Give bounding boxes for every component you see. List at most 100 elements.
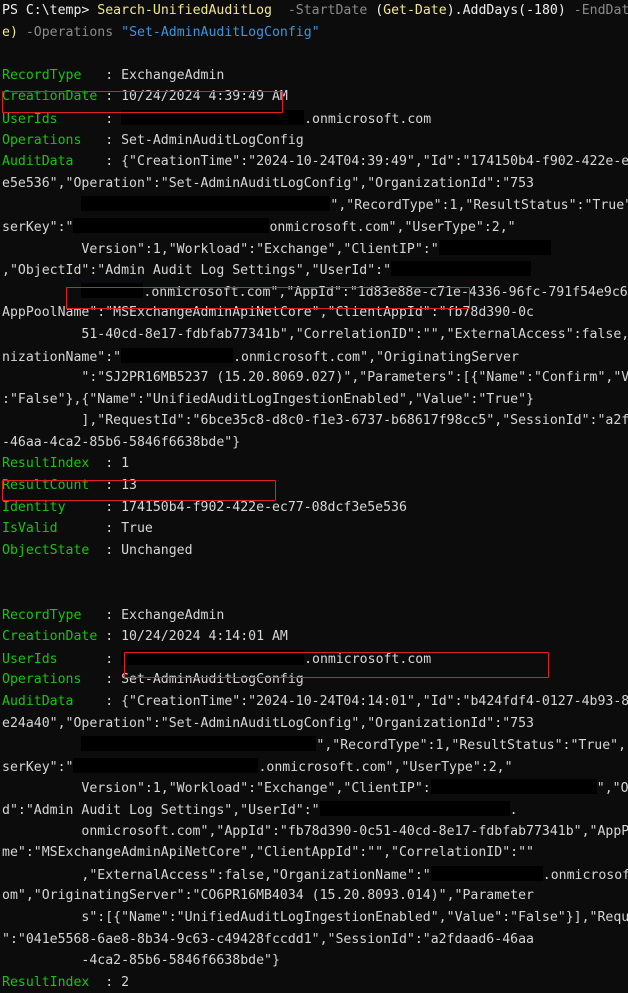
field-value-resultcount: 13: [121, 478, 137, 494]
colon-15: :: [73, 694, 122, 709]
field-value-identity: 174150b4-f902-422e-ec77-08dcf3e5e536: [121, 499, 407, 515]
colon-6: :: [89, 456, 122, 472]
auditdata2-line-15: ":"041e5568-6ae8-8b34-9c63-c49428fccdd1"…: [2, 931, 534, 947]
colon-1: :: [81, 67, 122, 83]
record-2-auditdata-cont-3: serKey":" .onmicrosoft.com","UserType":2,…: [0, 756, 628, 778]
field-label-operations-2: Operations: [2, 672, 82, 688]
adddays-expression: ).AddDays(-180): [446, 3, 566, 18]
spacer-2: [272, 3, 288, 18]
field-label-userids-2: UserIds: [2, 651, 58, 667]
spacer-7: [113, 25, 121, 40]
auditdata2-line-12: .onmicrosoft.c: [542, 867, 628, 883]
colon-4: :: [81, 132, 122, 148]
auditdata2-line-11: ,"ExternalAccess":false,"OrganizationNam…: [81, 867, 431, 883]
param-enddate: -EndDate: [573, 3, 628, 18]
colon-11: :: [81, 607, 122, 623]
redaction-block-userid-1: [391, 261, 532, 277]
record-1-creationdate-row: CreationDate : 10/24/2024 4:39:49 AM: [0, 86, 628, 108]
auditdata2-line-9: onmicrosoft.com","AppId":"fb78d390-0c51-…: [81, 823, 628, 839]
record-1-auditdata-cont-11: :"False"},{"Name":"UnifiedAuditLogIngest…: [0, 389, 628, 411]
indent-8: [2, 781, 81, 796]
redaction-block-orgid-1: [81, 196, 331, 212]
record-1-auditdata-cont-8: 51-40cd-8e17-fdbfab77341b","CorrelationI…: [0, 324, 628, 346]
redaction-block-clientip-2: [430, 779, 597, 795]
redaction-block-orgid-2: [81, 736, 317, 752]
record-1-auditdata-cont-12: ],"RequestId":"6bce35c8-d8c0-f1e3-6737-b…: [0, 410, 628, 432]
redaction-block-orgname-1: [121, 347, 234, 363]
record-2-auditdata-cont-8: ,"ExternalAccess":false,"OrganizationNam…: [0, 864, 628, 886]
auditdata2-line-13: om","OriginatingServer":"CO6PR16MB4034 (…: [2, 888, 534, 904]
redaction-block-userkey-2: [73, 757, 259, 773]
indent-10: [2, 868, 81, 883]
auditdata2-line-8: .: [509, 802, 518, 818]
paren-open-1: (: [375, 3, 384, 18]
auditdata-line-12: ":"SJ2PR16MB5237 (15.20.8069.027)","Para…: [81, 370, 628, 386]
record-1-auditdata-cont-6: .onmicrosoft.com","AppId":"1d83e88e-c71e…: [0, 281, 628, 303]
record-2-auditdata-cont-6: onmicrosoft.com","AppId":"fb78d390-0c51-…: [0, 821, 628, 843]
indent-3: [2, 285, 81, 300]
auditdata-line-0: {"CreationTime":"2024-10-24T04:39:49","I…: [121, 154, 628, 170]
colon-3: :: [57, 111, 122, 127]
record-1-auditdata-cont-5: ,"ObjectId":"Admin Audit Log Settings","…: [0, 259, 628, 281]
record-2-resultindex-row: ResultIndex : 2: [0, 972, 628, 993]
redaction-block-userkey-1: [73, 217, 270, 233]
indent-5: [2, 370, 81, 385]
record-1-identity-row: Identity : 174150b4-f902-422e-ec77-08dcf…: [0, 497, 628, 519]
indent-1: [2, 198, 81, 213]
record-2-auditdata-cont-4: Version":1,"Workload":"Exchange","Client…: [0, 777, 628, 799]
field-label-resultindex: ResultIndex: [2, 456, 90, 472]
record-1-isvalid-row: IsValid : True: [0, 518, 628, 540]
auditdata-line-8: AppPoolName":"MSExchangeAdminApiNetCore"…: [2, 305, 534, 321]
field-label-recordtype-2: RecordType: [2, 607, 82, 623]
field-label-resultindex-2: ResultIndex: [2, 974, 90, 990]
operations-argument: "Set-AdminAuditLogConfig": [121, 24, 320, 40]
field-label-recordtype: RecordType: [2, 67, 82, 83]
auditdata2-line-10: me":"MSExchangeAdminApiNetCore","ClientA…: [2, 845, 534, 861]
record-2-auditdata-cont-2: ","RecordType":1,"ResultStatus":"True","…: [0, 734, 628, 756]
indent-11: [2, 910, 81, 925]
record-2-auditdata-cont-5: d":"Admin Audit Log Settings","UserId":"…: [0, 799, 628, 821]
record-1-auditdata-cont-10: ":"SJ2PR16MB5237 (15.20.8069.027)","Para…: [0, 367, 628, 389]
auditdata-line-9: 51-40cd-8e17-fdbfab77341b","CorrelationI…: [81, 326, 628, 342]
auditdata2-line-14: s":[{"Name":"UnifiedAuditLogIngestionEna…: [81, 909, 628, 925]
record-2-userids-row: UserIds : .onmicrosoft.com: [0, 648, 628, 670]
field-value-resultindex: 1: [121, 456, 130, 472]
field-label-isvalid: IsValid: [2, 521, 58, 537]
indent-4: [2, 327, 81, 342]
param-operations: -Operations: [25, 24, 114, 40]
spacer-6: [18, 25, 26, 40]
field-value-creationdate: 10/24/2024 4:39:49 AM: [121, 89, 288, 105]
auditdata-line-13: :"False"},{"Name":"UnifiedAuditLogIngest…: [2, 391, 534, 407]
field-value-operations-2: Set-AdminAuditLogConfig: [121, 672, 304, 688]
field-value-resultindex-2: 2: [121, 974, 130, 990]
record-1-auditdata-row: AuditData : {"CreationTime":"2024-10-24T…: [0, 151, 628, 173]
record-1-auditdata-cont-4: Version":1,"Workload":"Exchange","Client…: [0, 238, 628, 260]
record-1-objectstate-row: ObjectState : Unchanged: [0, 540, 628, 562]
auditdata-line-14: ],"RequestId":"6bce35c8-d8c0-f1e3-6737-b…: [81, 413, 628, 429]
auditdata2-line-7: d":"Admin Audit Log Settings","UserId":": [2, 802, 320, 818]
powershell-console-window[interactable]: PS C:\temp> Search-UnifiedAuditLog -Star…: [0, 0, 628, 990]
field-label-auditdata-2: AuditData: [2, 694, 74, 709]
redaction-block-orgname-2: [430, 865, 543, 881]
record-1-auditdata-cont-3: serKey":" onmicrosoft.com","UserType":2,": [0, 216, 628, 238]
record-1-resultcount-row: ResultCount : 13: [0, 475, 628, 497]
record-2-recordtype-row: RecordType : ExchangeAdmin: [0, 605, 628, 627]
indent-12: [2, 953, 81, 968]
record-1-operations-row: Operations : Set-AdminAuditLogConfig: [0, 130, 628, 152]
record-1-auditdata-cont-13: -46aa-4ca2-85b6-5846f6638bde"}: [0, 432, 628, 454]
auditdata-line-10: nizationName":": [2, 349, 122, 365]
indent-7: [2, 738, 81, 753]
field-label-objectstate: ObjectState: [2, 542, 90, 558]
field-value-isvalid: True: [121, 521, 153, 537]
record-1-resultindex-row: ResultIndex : 1: [0, 453, 628, 475]
colon-14: :: [81, 672, 122, 688]
auditdata-line-3: serKey":": [2, 219, 74, 235]
auditdata-line-5: Version":1,"Workload":"Exchange","Client…: [81, 241, 439, 257]
field-value-userids-suffix: .onmicrosoft.com: [304, 111, 432, 127]
colon-16: :: [89, 974, 122, 990]
auditdata2-line-1: e24a40","Operation":"Set-AdminAuditLogCo…: [2, 715, 534, 731]
redaction-block-clientip-1: [438, 239, 551, 255]
